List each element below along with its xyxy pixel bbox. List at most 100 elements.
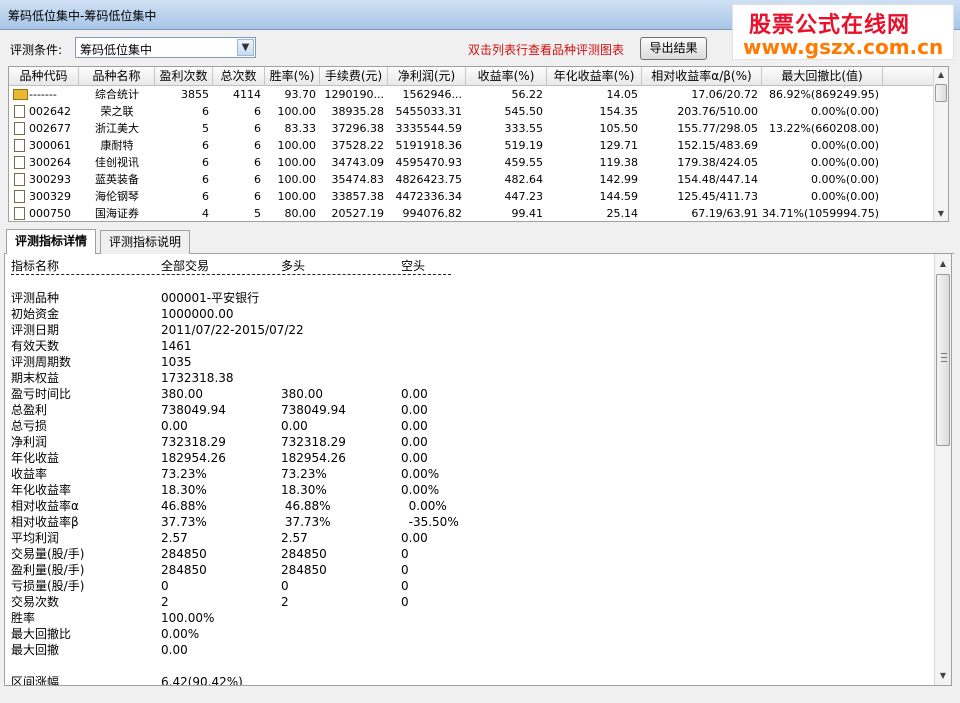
cell-winrate: 80.00 (284, 207, 317, 220)
column-header[interactable]: 相对收益率α/β(%) (642, 67, 762, 86)
cell-total: 5 (254, 207, 261, 220)
metric-value: 732318.29 (161, 435, 226, 449)
cell-name: 蓝英装备 (95, 173, 139, 186)
column-header[interactable]: 盈利次数 (155, 67, 213, 86)
cell-profit: 5455033.31 (395, 105, 462, 118)
metric-value: 0.00 (401, 531, 428, 545)
tab-description[interactable]: 评测指标说明 (100, 230, 191, 254)
metric-name: 评测周期数 (11, 355, 72, 369)
cell-dd: 13.22%(660208.00) (768, 122, 879, 135)
table-row[interactable]: ------- 综合统计 3855 4114 93.70 1290190... 156294… (9, 86, 934, 103)
table-row[interactable]: 300264 佳创视讯 6 6 100.00 34743.09 4595470.93 459.… (9, 154, 934, 171)
tab-details[interactable]: 评测指标详情 (6, 229, 97, 255)
export-button[interactable]: 导出结果 (640, 37, 707, 60)
hint-text: 双击列表行查看品种评测图表 (468, 43, 625, 57)
metric-value: 284850 (161, 563, 207, 577)
column-header[interactable]: 最大回撤比(值) (762, 67, 883, 86)
chevron-down-icon[interactable]: ▼ (237, 39, 254, 56)
cell-annual: 119.38 (599, 156, 639, 169)
cell-code: 300329 (29, 190, 71, 203)
cell-total: 6 (254, 190, 261, 203)
column-header[interactable]: 年化收益率(%) (547, 67, 642, 86)
metric-value: 0.00 (401, 387, 428, 401)
file-icon (14, 139, 25, 152)
cell-dd: 0.00%(0.00) (810, 173, 879, 186)
metric-value: 37.73% (161, 515, 207, 529)
cell-ret: 459.55 (504, 156, 544, 169)
details-scrollbar[interactable]: ▲ ▼ (934, 254, 951, 685)
metric-value: 46.88% (161, 499, 207, 513)
cell-name: 荣之联 (100, 105, 134, 118)
metric-value: 000001-平安银行 (161, 291, 260, 305)
table-row[interactable]: 300329 海伦钢琴 6 6 100.00 33857.38 4472336.34 447.… (9, 188, 934, 205)
cell-fee: 38935.28 (331, 105, 385, 118)
details-header-cell: 指标名称 (11, 259, 60, 273)
cell-ret: 482.64 (504, 173, 544, 186)
cell-fee: 37528.22 (331, 139, 385, 152)
cell-code: 300293 (29, 173, 71, 186)
cell-profit: 4595470.93 (395, 156, 462, 169)
watermark-logo: 股票公式在线网 www.gszx.com.cn (732, 4, 954, 60)
cell-dd: 86.92%(869249.95) (768, 88, 879, 101)
scroll-down-icon[interactable]: ▼ (934, 206, 948, 221)
cell-wins: 5 (202, 122, 209, 135)
grid-scrollbar[interactable]: ▲ ▼ (933, 67, 948, 221)
metric-value: 0.00 (401, 435, 428, 449)
metric-value: 18.30% (161, 483, 207, 497)
metric-name: 平均利润 (11, 531, 60, 545)
cell-profit: 4826423.75 (395, 173, 462, 186)
column-header[interactable]: 净利润(元) (388, 67, 466, 86)
metric-value: 0 (401, 595, 409, 609)
condition-select[interactable]: 筹码低位集中 ▼ (75, 37, 256, 58)
cell-annual: 144.59 (599, 190, 639, 203)
column-header[interactable]: 收益率(%) (466, 67, 547, 86)
cell-fee: 1290190... (324, 88, 384, 101)
table-row[interactable]: 300061 康耐特 6 6 100.00 37528.22 5191918.36 519.1… (9, 137, 934, 154)
metric-name: 年化收益 (11, 451, 60, 465)
metric-value: 46.88% (281, 499, 331, 513)
scroll-up-icon[interactable]: ▲ (935, 256, 951, 272)
column-header[interactable]: 胜率(%) (265, 67, 320, 86)
metric-name: 初始资金 (11, 307, 60, 321)
metric-name: 有效天数 (11, 339, 60, 353)
grid-header: 品种代码 品种名称 盈利次数 总次数 胜率(%) 手续费(元) 净利润(元) 收益率(%) 年化… (9, 67, 934, 86)
cell-ret: 56.22 (511, 88, 544, 101)
cell-total: 6 (254, 156, 261, 169)
cell-code: 002677 (29, 122, 71, 135)
table-row[interactable]: 000750 国海证券 4 5 80.00 20527.19 994076.82 99.41 2… (9, 205, 934, 221)
cell-code: ------- (29, 88, 57, 101)
cell-dd: 0.00%(0.00) (810, 190, 879, 203)
column-header[interactable]: 手续费(元) (320, 67, 388, 86)
column-header[interactable]: 总次数 (213, 67, 265, 86)
cell-winrate: 83.33 (284, 122, 317, 135)
column-header[interactable]: 品种代码 (9, 67, 79, 86)
metric-name: 最大回撤 (11, 643, 60, 657)
table-row[interactable]: 002677 浙江美大 5 6 83.33 37296.38 3335544.59 333.5… (9, 120, 934, 137)
metric-name: 胜率 (11, 611, 36, 625)
metric-value: 0 (401, 563, 409, 577)
cell-code: 300061 (29, 139, 71, 152)
metric-value: 18.30% (281, 483, 327, 497)
scroll-thumb[interactable] (935, 84, 947, 102)
results-grid[interactable]: 品种代码 品种名称 盈利次数 总次数 胜率(%) 手续费(元) 净利润(元) 收益率(%) 年化… (8, 66, 949, 222)
scroll-thumb[interactable] (936, 274, 950, 446)
cell-rel: 17.06/20.72 (691, 88, 758, 101)
cell-annual: 105.50 (599, 122, 639, 135)
window-title: 筹码低位集中-筹码低位集中 (8, 9, 157, 23)
column-header[interactable]: 品种名称 (79, 67, 155, 86)
metric-value: 0.00 (401, 451, 428, 465)
scroll-down-icon[interactable]: ▼ (935, 668, 951, 684)
cell-rel: 179.38/424.05 (677, 156, 758, 169)
table-row[interactable]: 002642 荣之联 6 6 100.00 38935.28 5455033.31 545.5… (9, 103, 934, 120)
cell-profit: 5191918.36 (395, 139, 462, 152)
cell-profit: 3335544.59 (395, 122, 462, 135)
scroll-up-icon[interactable]: ▲ (934, 67, 948, 82)
cell-code: 000750 (29, 207, 71, 220)
detail-tabs: 评测指标详情 评测指标说明 (4, 229, 954, 255)
table-row[interactable]: 300293 蓝英装备 6 6 100.00 35474.83 4826423.75 482.… (9, 171, 934, 188)
cell-rel: 203.76/510.00 (677, 105, 758, 118)
metric-value: 1461 (161, 339, 192, 353)
metric-value: 2011/07/22-2015/07/22 (161, 323, 304, 337)
metric-value: 0.00% (401, 499, 447, 513)
metric-name: 交易次数 (11, 595, 60, 609)
